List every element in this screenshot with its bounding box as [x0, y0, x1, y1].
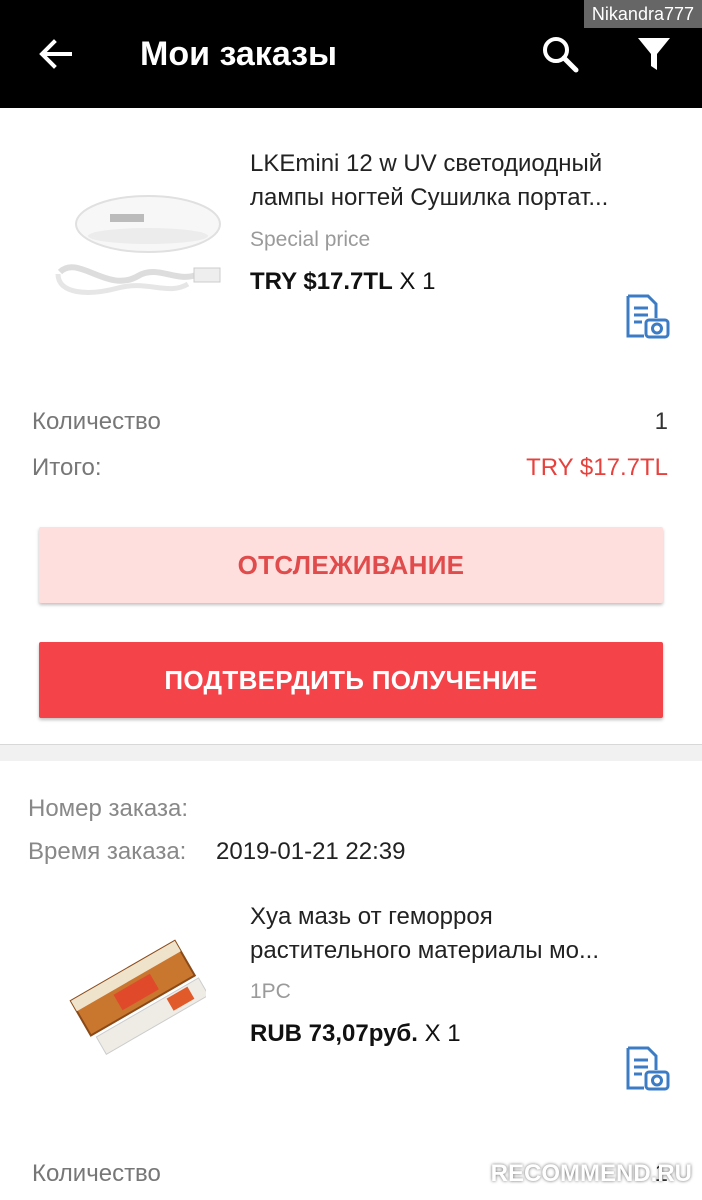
page-title: Мои заказы [140, 35, 338, 73]
document-camera-icon[interactable] [624, 1046, 670, 1092]
username-overlay: Nikandra777 [583, 0, 702, 28]
order-number-label: Номер заказа: [28, 795, 189, 822]
product-title-line[interactable]: лампы ногтей Сушилка портат... [250, 181, 670, 215]
quantity-label: Количество [32, 408, 161, 435]
product-image-uv-lamp[interactable] [48, 184, 228, 314]
product-title-line[interactable]: растительного материалы мо... [250, 934, 670, 968]
product-title-line[interactable]: LKEmini 12 w UV светодиодный [250, 147, 670, 181]
back-arrow-icon[interactable] [36, 34, 76, 74]
order-time-label: Время заказа: [28, 838, 187, 865]
quantity-label: Количество [32, 1160, 161, 1187]
document-camera-icon[interactable] [624, 294, 670, 340]
product-title-line[interactable]: Xya мазь от геморроя [250, 900, 670, 934]
price-value: RUB 73,07руб. [250, 1020, 418, 1047]
track-order-button[interactable]: ОТСЛЕЖИВАНИЕ [39, 527, 663, 603]
filter-icon[interactable] [636, 34, 672, 74]
quantity-multiplier: X 1 [399, 268, 436, 295]
price-value: TRY $17.7TL [250, 268, 393, 295]
search-icon[interactable] [540, 34, 580, 74]
quantity-value: 1 [654, 408, 668, 435]
total-value: TRY $17.7TL [526, 454, 668, 481]
total-label: Итого: [32, 454, 102, 481]
watermark-logo: RECOMMEND.RU [490, 1160, 692, 1187]
product-subtitle: 1PC [250, 980, 291, 1003]
product-price: TRY $17.7TL X 1 [250, 268, 435, 296]
card-divider [0, 744, 702, 761]
product-subtitle: Special price [250, 228, 371, 251]
order-time-value: 2019-01-21 22:39 [216, 838, 406, 865]
quantity-multiplier: X 1 [424, 1020, 461, 1047]
confirm-receipt-button[interactable]: ПОДТВЕРДИТЬ ПОЛУЧЕНИЕ [39, 642, 663, 718]
product-price: RUB 73,07руб. X 1 [250, 1020, 461, 1048]
product-image-ointment[interactable] [56, 920, 206, 1070]
